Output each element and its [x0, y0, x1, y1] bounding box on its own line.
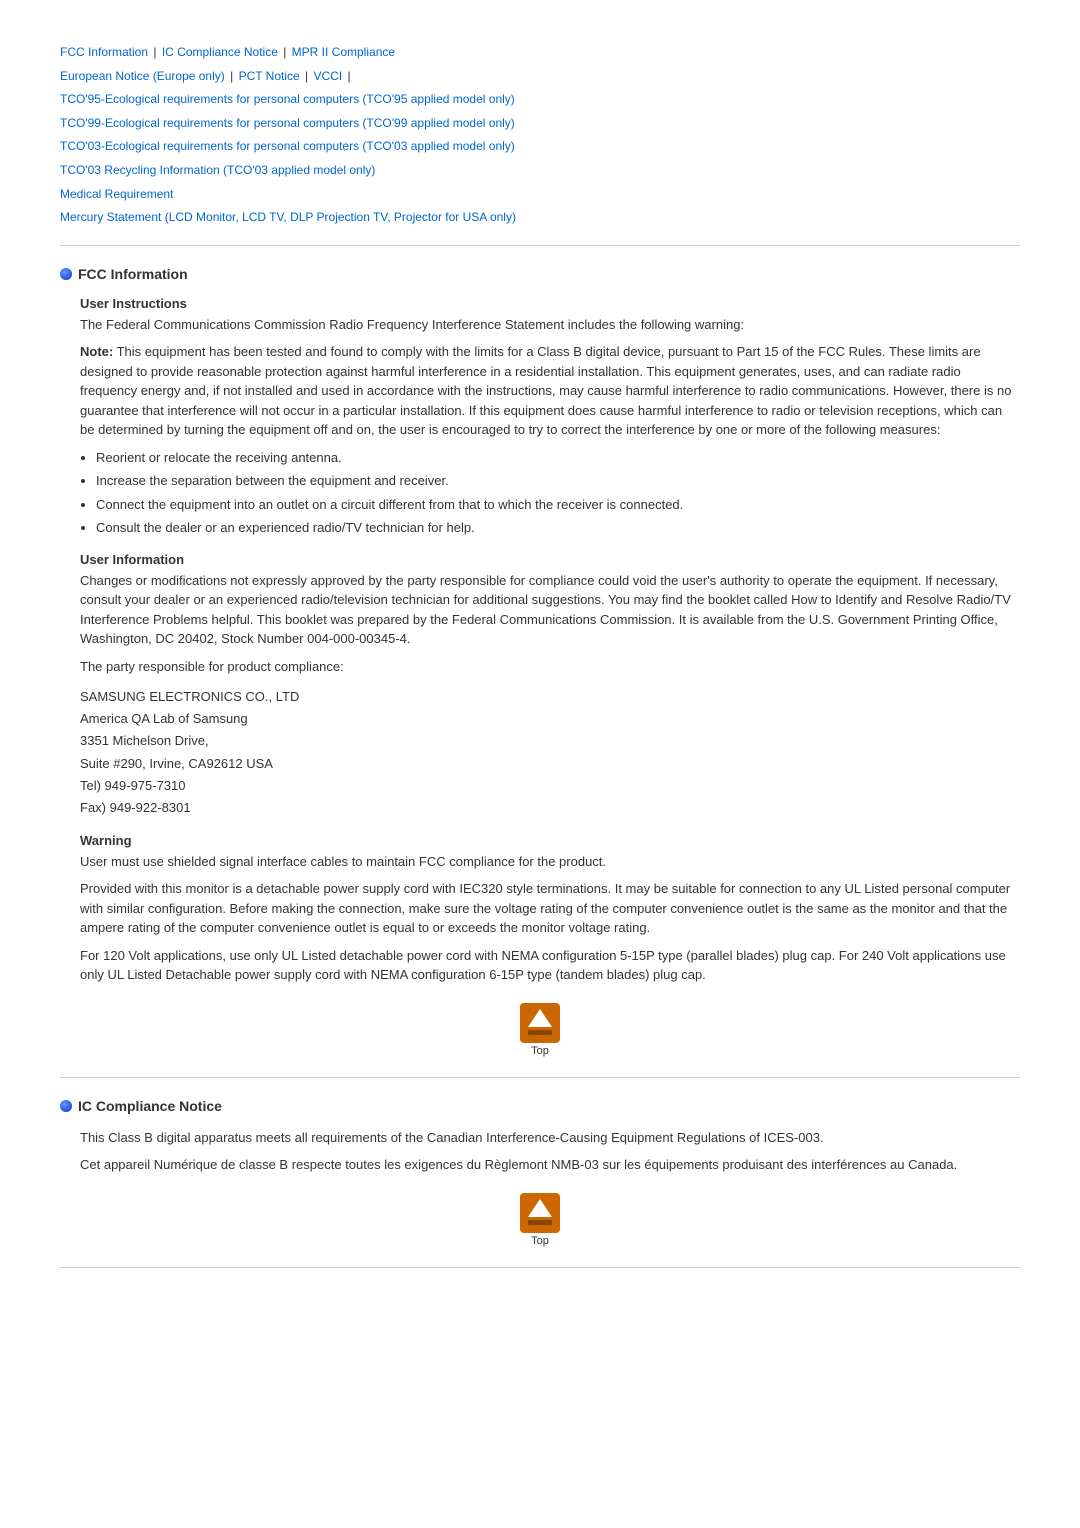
ic-bullet	[60, 1100, 72, 1112]
fax: Fax) 949-922-8301	[80, 797, 1020, 819]
nav-tco03[interactable]: TCO'03-Ecological requirements for perso…	[60, 139, 515, 153]
warning-title: Warning	[80, 833, 1020, 848]
nav-tco99[interactable]: TCO'99-Ecological requirements for perso…	[60, 116, 515, 130]
nav-fcc[interactable]: FCC Information	[60, 45, 148, 59]
fcc-bullet	[60, 268, 72, 280]
measures-list: Reorient or relocate the receiving anten…	[96, 448, 1020, 538]
warning-text: User must use shielded signal interface …	[80, 852, 1020, 872]
measure-item: Connect the equipment into an outlet on …	[96, 495, 1020, 515]
fcc-section: FCC Information User Instructions The Fe…	[60, 266, 1020, 1057]
ic-section-header: IC Compliance Notice	[60, 1098, 1020, 1114]
address-line3: Suite #290, Irvine, CA92612 USA	[80, 753, 1020, 775]
top-icon-ic	[518, 1191, 562, 1235]
note-bold: Note:	[80, 344, 113, 359]
fcc-title: FCC Information	[78, 266, 188, 282]
nav-links: FCC Information | IC Compliance Notice |…	[60, 40, 1020, 229]
user-instructions-intro: The Federal Communications Commission Ra…	[80, 315, 1020, 335]
nav-medical[interactable]: Medical Requirement	[60, 187, 173, 201]
top-icon-fcc	[518, 1001, 562, 1045]
nav-mercury[interactable]: Mercury Statement (LCD Monitor, LCD TV, …	[60, 210, 516, 224]
power-cord-text: Provided with this monitor is a detachab…	[80, 879, 1020, 938]
note-text: This equipment has been tested and found…	[80, 344, 1011, 437]
address-line2: 3351 Michelson Drive,	[80, 730, 1020, 752]
ic-title: IC Compliance Notice	[78, 1098, 222, 1114]
nav-mpr[interactable]: MPR II Compliance	[292, 45, 395, 59]
nav-eu[interactable]: European Notice (Europe only)	[60, 69, 225, 83]
measure-item: Increase the separation between the equi…	[96, 471, 1020, 491]
ic-section: IC Compliance Notice This Class B digita…	[60, 1098, 1020, 1247]
user-information-text: Changes or modifications not expressly a…	[80, 571, 1020, 649]
nav-ic[interactable]: IC Compliance Notice	[162, 45, 278, 59]
divider-bottom	[60, 1267, 1020, 1268]
measure-item: Consult the dealer or an experienced rad…	[96, 518, 1020, 538]
nav-sep-4: |	[302, 69, 312, 83]
nav-pct[interactable]: PCT Notice	[239, 69, 300, 83]
nav-sep-3: |	[227, 69, 237, 83]
divider-top	[60, 245, 1020, 246]
nav-sep-2: |	[280, 45, 290, 59]
ic-text1: This Class B digital apparatus meets all…	[80, 1128, 1020, 1148]
nav-vcci[interactable]: VCCI	[314, 69, 343, 83]
top-label-ic: Top	[531, 1235, 549, 1247]
ic-content: This Class B digital apparatus meets all…	[80, 1128, 1020, 1175]
fcc-warning-block: Warning User must use shielded signal in…	[80, 833, 1020, 985]
divider-fcc-ic	[60, 1077, 1020, 1078]
tel: Tel) 949-975-7310	[80, 775, 1020, 797]
fcc-section-header: FCC Information	[60, 266, 1020, 282]
volt-text: For 120 Volt applications, use only UL L…	[80, 946, 1020, 985]
user-instructions-title: User Instructions	[80, 296, 1020, 311]
user-information-title: User Information	[80, 552, 1020, 567]
measure-item: Reorient or relocate the receiving anten…	[96, 448, 1020, 468]
nav-sep-5: |	[344, 69, 350, 83]
note-paragraph: Note: This equipment has been tested and…	[80, 342, 1020, 440]
top-label: Top	[531, 1045, 549, 1057]
top-link-ic[interactable]: Top	[518, 1191, 562, 1247]
party-text: The party responsible for product compli…	[80, 657, 1020, 677]
nav-tco95[interactable]: TCO'95-Ecological requirements for perso…	[60, 92, 515, 106]
top-button-ic[interactable]: Top	[60, 1191, 1020, 1247]
top-link-fcc[interactable]: Top	[518, 1001, 562, 1057]
fcc-content: User Instructions The Federal Communicat…	[80, 296, 1020, 677]
nav-tco03r[interactable]: TCO'03 Recycling Information (TCO'03 app…	[60, 163, 375, 177]
company-name: SAMSUNG ELECTRONICS CO., LTD	[80, 686, 1020, 708]
address-block: SAMSUNG ELECTRONICS CO., LTD America QA …	[80, 686, 1020, 819]
nav-sep-1: |	[150, 45, 160, 59]
ic-text2: Cet appareil Numérique de classe B respe…	[80, 1155, 1020, 1175]
address-line1: America QA Lab of Samsung	[80, 708, 1020, 730]
top-button-fcc[interactable]: Top	[60, 1001, 1020, 1057]
